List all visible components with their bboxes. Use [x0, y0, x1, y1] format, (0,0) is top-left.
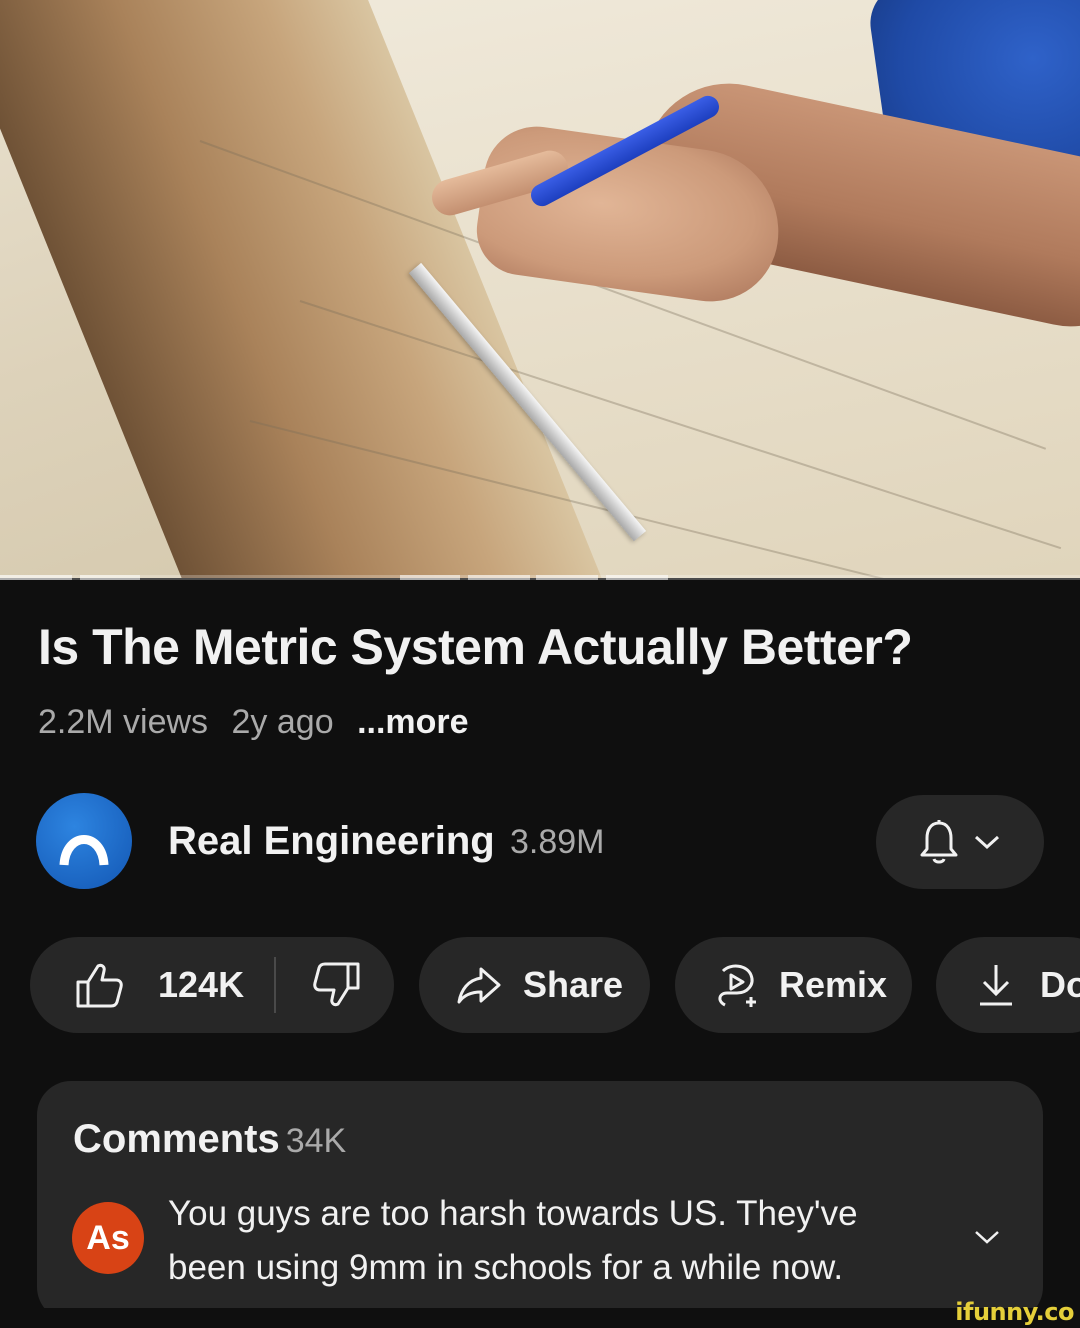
channel-row: Real Engineering 3.89M [36, 793, 1046, 889]
video-player[interactable] [0, 0, 1080, 578]
notification-button[interactable] [876, 795, 1044, 889]
chevron-down-icon [974, 835, 1000, 850]
video-title[interactable]: Is The Metric System Actually Better? [38, 618, 1048, 676]
commenter-avatar[interactable]: As [72, 1202, 144, 1274]
remix-icon [713, 961, 761, 1009]
chapter-segment [80, 575, 140, 580]
chapter-segment [400, 575, 460, 580]
action-bar: 124K Share Remix Do [30, 937, 1080, 1033]
chapter-segment [0, 575, 72, 580]
thumbs-down-icon [313, 962, 360, 1007]
subscriber-count: 3.89M [510, 823, 605, 861]
bottom-bar [0, 1308, 1080, 1328]
share-button[interactable]: Share [419, 937, 650, 1033]
like-dislike-group: 124K [30, 937, 394, 1033]
more-link[interactable]: ...more [357, 703, 468, 741]
comments-title: Comments [73, 1117, 280, 1161]
chapter-segment [468, 575, 530, 580]
download-icon [976, 963, 1016, 1007]
comments-count: 34K [285, 1122, 347, 1160]
chapter-segment [536, 575, 598, 580]
upload-age: 2y ago [231, 703, 334, 741]
comment-text: You guys are too harsh towards US. They'… [168, 1194, 858, 1287]
comments-header: Comments 34K [73, 1117, 346, 1162]
remix-label: Remix [779, 964, 888, 1005]
thumbs-up-icon [76, 963, 123, 1008]
ifunny-watermark: ifunny.co [955, 1298, 1074, 1326]
channel-avatar[interactable] [36, 793, 132, 889]
bell-icon [920, 820, 958, 864]
share-arrow-icon [455, 965, 503, 1005]
video-meta[interactable]: 2.2M views 2y ago ...more [38, 703, 483, 742]
like-button[interactable] [74, 960, 124, 1010]
download-button[interactable]: Download [936, 937, 1080, 1033]
comments-section[interactable]: Comments 34K As You guys are too harsh to… [37, 1081, 1043, 1321]
view-count: 2.2M views [38, 703, 209, 741]
arch-logo-icon [59, 835, 109, 866]
like-divider [274, 957, 277, 1013]
video-progress-bar[interactable] [0, 575, 1080, 580]
like-count: 124K [158, 964, 245, 1005]
chapter-segment [606, 575, 668, 580]
channel-name[interactable]: Real Engineering [168, 819, 495, 864]
download-label: Download [1040, 964, 1080, 1005]
share-label: Share [523, 964, 624, 1005]
chevron-down-icon[interactable] [973, 1228, 1001, 1246]
dislike-button[interactable] [312, 960, 362, 1010]
remix-button[interactable]: Remix [675, 937, 912, 1033]
